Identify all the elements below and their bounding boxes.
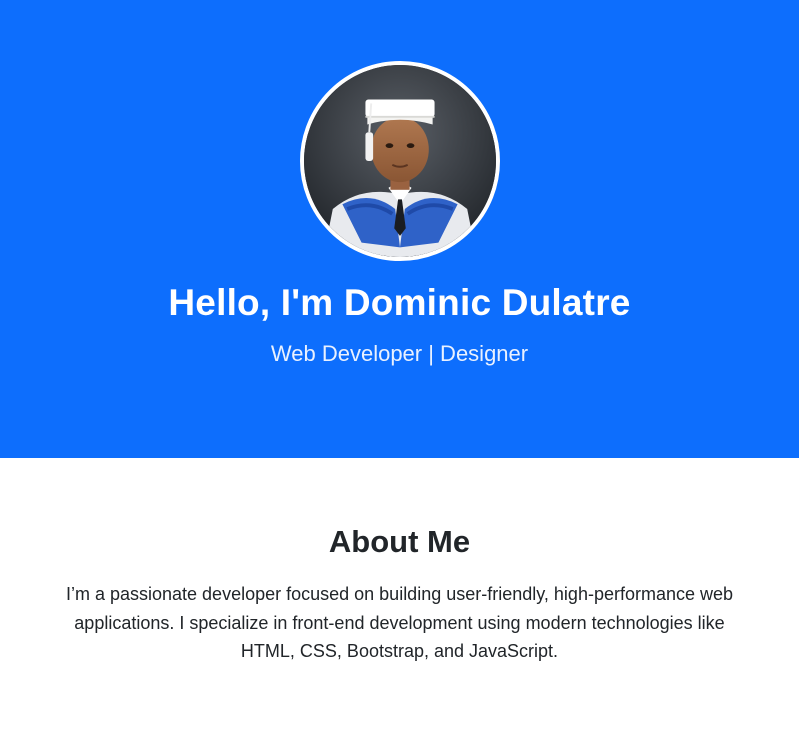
profile-photo-icon: [304, 65, 496, 257]
about-text: I’m a passionate developer focused on bu…: [65, 584, 734, 661]
about-title: About Me: [328, 524, 471, 559]
hero-section: Hello, I'm Dominic Dulatre Web Developer…: [0, 0, 799, 458]
hero-subtitle: Web Developer | Designer: [270, 341, 529, 366]
about-section: About Me I’m a passionate developer focu…: [0, 458, 799, 666]
avatar: [300, 61, 500, 261]
hero-title: Hello, I'm Dominic Dulatre: [168, 282, 631, 323]
